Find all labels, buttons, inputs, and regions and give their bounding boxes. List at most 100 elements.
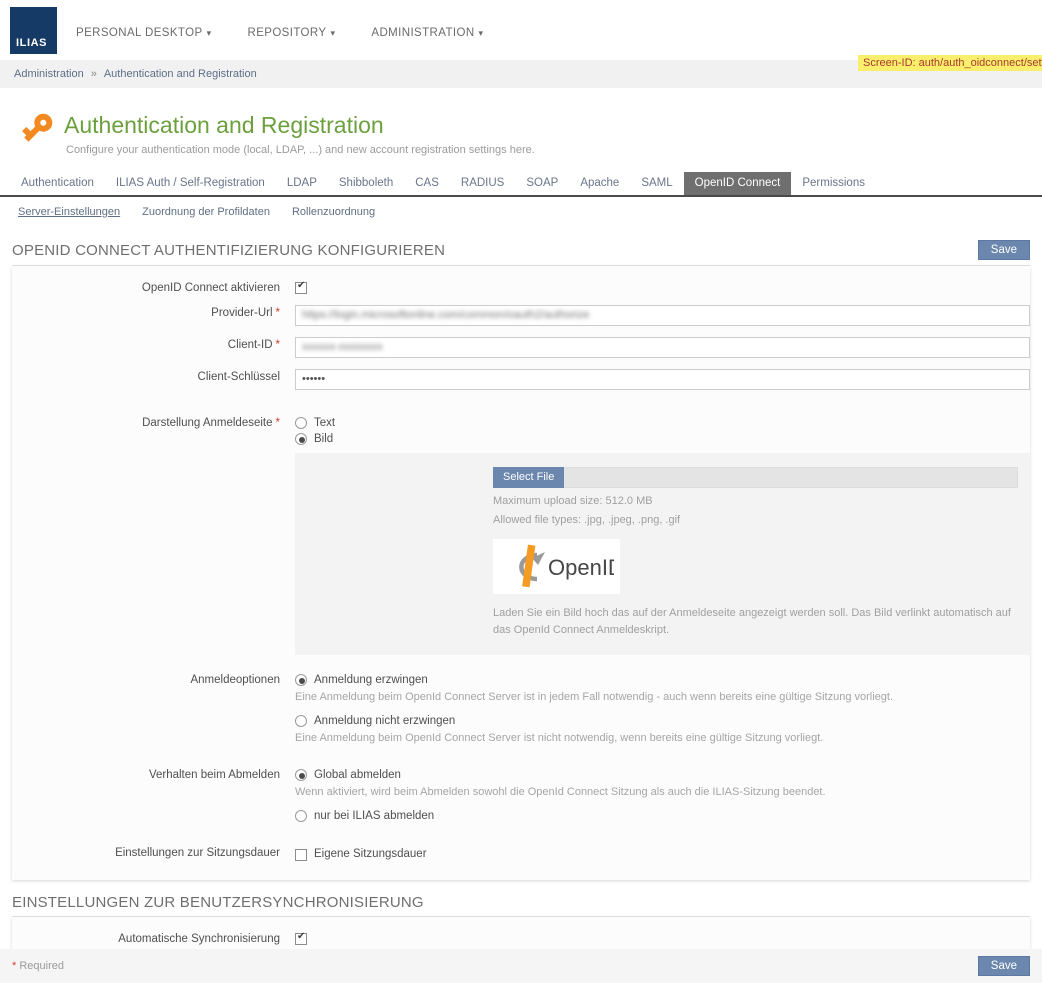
ilias-logo-text: ILIAS xyxy=(16,37,47,49)
tab-cas[interactable]: CAS xyxy=(404,172,450,195)
form-row-client-id: Client-ID* xxxxxx-xxxxxxxx xyxy=(12,331,1030,363)
svg-text:OpenID: OpenID xyxy=(548,555,614,580)
auto-sync-checkbox[interactable]: ✔ xyxy=(295,933,307,945)
menu-administration[interactable]: ADMINISTRATION ▾ xyxy=(371,27,483,39)
menu-repository[interactable]: REPOSITORY ▾ xyxy=(247,27,335,39)
page-header: Authentication and Registration Configur… xyxy=(0,88,1042,172)
field-label: Anmeldeoptionen xyxy=(24,672,280,686)
field-label: Provider-Url* xyxy=(24,305,280,319)
required-marker: * xyxy=(276,417,280,429)
form-row-darstellung: Darstellung Anmeldeseite* Text Bild Sele… xyxy=(12,409,1030,660)
page-subtitle: Configure your authentication mode (loca… xyxy=(66,144,1030,156)
field-label: Verhalten beim Abmelden xyxy=(24,767,280,781)
form-row-client-secret: Client-Schlüssel •••••• xyxy=(12,363,1030,395)
field-label: OpenID Connect aktivieren xyxy=(24,280,280,294)
radio-label: nur bei ILIAS abmelden xyxy=(314,810,434,822)
radio-global-abmelden[interactable] xyxy=(295,769,307,781)
oidc-config-form: OpenID Connect aktivieren ✔ Provider-Url… xyxy=(12,266,1030,880)
tab-saml[interactable]: SAML xyxy=(630,172,683,195)
main-menu: PERSONAL DESKTOP ▾ REPOSITORY ▾ ADMINISTRA… xyxy=(76,27,483,39)
redacted-value: https://login.microsoftonline.com/common… xyxy=(302,309,589,321)
upload-max-size: Maximum upload size: 512.0 MB xyxy=(493,495,1018,507)
menu-label: ADMINISTRATION xyxy=(371,27,474,39)
upload-description: Laden Sie ein Bild hoch das auf der Anme… xyxy=(493,605,1018,639)
tab-radius[interactable]: RADIUS xyxy=(450,172,515,195)
field-label: Einstellungen zur Sitzungsdauer xyxy=(24,845,280,859)
menu-label: PERSONAL DESKTOP xyxy=(76,27,203,39)
save-button-bottom[interactable]: Save xyxy=(978,956,1030,976)
caret-down-icon: ▾ xyxy=(207,28,212,38)
radio-label: Anmeldung erzwingen xyxy=(314,674,428,686)
tab-openid-connect[interactable]: OpenID Connect xyxy=(684,172,792,195)
form-row-anmeldeoptionen: Anmeldeoptionen Anmeldung erzwingen Eine… xyxy=(12,666,1030,761)
breadcrumb-link-auth-registration[interactable]: Authentication and Registration xyxy=(104,68,257,80)
tab-ldap[interactable]: LDAP xyxy=(276,172,328,195)
radio-text[interactable] xyxy=(295,417,307,429)
radio-anmeldung-erzwingen[interactable] xyxy=(295,674,307,686)
subtab-zuordnung-profildaten[interactable]: Zuordnung der Profildaten xyxy=(142,206,270,218)
tab-soap[interactable]: SOAP xyxy=(515,172,569,195)
help-text: Eine Anmeldung beim OpenId Connect Serve… xyxy=(295,690,1030,706)
subtab-rollenzuordnung[interactable]: Rollenzuordnung xyxy=(292,206,375,218)
tab-permissions[interactable]: Permissions xyxy=(791,172,876,195)
client-secret-input[interactable]: •••••• xyxy=(295,369,1030,390)
oidc-active-checkbox[interactable]: ✔ xyxy=(295,282,307,294)
field-label: Client-ID* xyxy=(24,337,280,351)
tab-ilias-auth-self-registration[interactable]: ILIAS Auth / Self-Registration xyxy=(105,172,276,195)
radio-label: Text xyxy=(314,417,335,429)
section-title: EINSTELLUNGEN ZUR BENUTZERSYNCHRONISIERU… xyxy=(12,894,424,911)
tab-authentication[interactable]: Authentication xyxy=(10,172,105,195)
checkbox-label: Eigene Sitzungsdauer xyxy=(314,848,427,860)
page-title: Authentication and Registration xyxy=(64,112,1030,139)
section-title: OPENID CONNECT AUTHENTIFIZIERUNG KONFIGU… xyxy=(12,242,445,259)
redacted-value: xxxxxx-xxxxxxxx xyxy=(302,341,383,353)
tab-shibboleth[interactable]: Shibboleth xyxy=(328,172,404,195)
required-marker: * xyxy=(12,960,16,972)
caret-down-icon: ▾ xyxy=(479,28,484,38)
radio-label: Bild xyxy=(314,433,333,445)
required-marker: * xyxy=(276,307,280,319)
subtab-server-einstellungen[interactable]: Server-Einstellungen xyxy=(18,206,120,218)
menu-personal-desktop[interactable]: PERSONAL DESKTOP ▾ xyxy=(76,27,211,39)
radio-label: Anmeldung nicht erzwingen xyxy=(314,715,455,727)
breadcrumb-link-administration[interactable]: Administration xyxy=(14,68,84,80)
eigene-sitzungsdauer-checkbox[interactable] xyxy=(295,849,307,861)
section-header-benutzersync: EINSTELLUNGEN ZUR BENUTZERSYNCHRONISIERU… xyxy=(12,894,1030,917)
form-row-abmelden: Verhalten beim Abmelden Global abmelden … xyxy=(12,761,1030,831)
key-icon xyxy=(20,110,56,151)
save-button-top[interactable]: Save xyxy=(978,240,1030,260)
top-navigation-bar: ILIAS PERSONAL DESKTOP ▾ REPOSITORY ▾ ADMI… xyxy=(0,0,1042,60)
menu-label: REPOSITORY xyxy=(247,27,326,39)
image-upload-panel: Select File Maximum upload size: 512.0 M… xyxy=(295,453,1030,655)
screen-id-badge: Screen-ID: auth/auth_oidconnect/settings xyxy=(858,55,1042,71)
tab-apache[interactable]: Apache xyxy=(569,172,630,195)
help-text: Eine Anmeldung beim OpenId Connect Serve… xyxy=(295,731,1030,747)
sub-tab-bar: Server-Einstellungen Zuordnung der Profi… xyxy=(0,197,1042,226)
check-icon: ✔ xyxy=(297,280,305,291)
form-row-sitzungsdauer: Einstellungen zur Sitzungsdauer Eigene S… xyxy=(12,839,1030,870)
ilias-logo[interactable]: ILIAS xyxy=(10,7,57,54)
form-footer: * Required Save xyxy=(0,949,1042,983)
upload-file-types: Allowed file types: .jpg, .jpeg, .png, .… xyxy=(493,514,1018,526)
breadcrumb-separator: » xyxy=(91,68,97,80)
provider-url-input[interactable]: https://login.microsoftonline.com/common… xyxy=(295,305,1030,326)
password-dots: •••••• xyxy=(302,373,325,385)
form-row-provider-url: Provider-Url* https://login.microsoftonl… xyxy=(12,299,1030,331)
field-label: Darstellung Anmeldeseite* xyxy=(24,415,280,429)
tab-bar: Authentication ILIAS Auth / Self-Registr… xyxy=(0,172,1042,197)
field-label: Client-Schlüssel xyxy=(24,369,280,383)
select-file-button[interactable]: Select File xyxy=(493,467,564,488)
client-id-input[interactable]: xxxxxx-xxxxxxxx xyxy=(295,337,1030,358)
ilias-admin-page: ILIAS PERSONAL DESKTOP ▾ REPOSITORY ▾ ADMI… xyxy=(0,0,1042,983)
required-marker: * xyxy=(276,339,280,351)
check-icon: ✔ xyxy=(297,931,305,942)
radio-bild[interactable] xyxy=(295,433,307,445)
main-content: OPENID CONNECT AUTHENTIFIZIERUNG KONFIGU… xyxy=(0,240,1042,983)
caret-down-icon: ▾ xyxy=(330,28,335,38)
radio-anmeldung-nicht-erzwingen[interactable] xyxy=(295,715,307,727)
radio-ilias-abmelden[interactable] xyxy=(295,810,307,822)
file-name-strip xyxy=(564,467,1018,488)
required-note: * Required xyxy=(12,960,64,972)
help-text: Wenn aktiviert, wird beim Abmelden sowoh… xyxy=(295,785,1030,801)
radio-label: Global abmelden xyxy=(314,769,401,781)
